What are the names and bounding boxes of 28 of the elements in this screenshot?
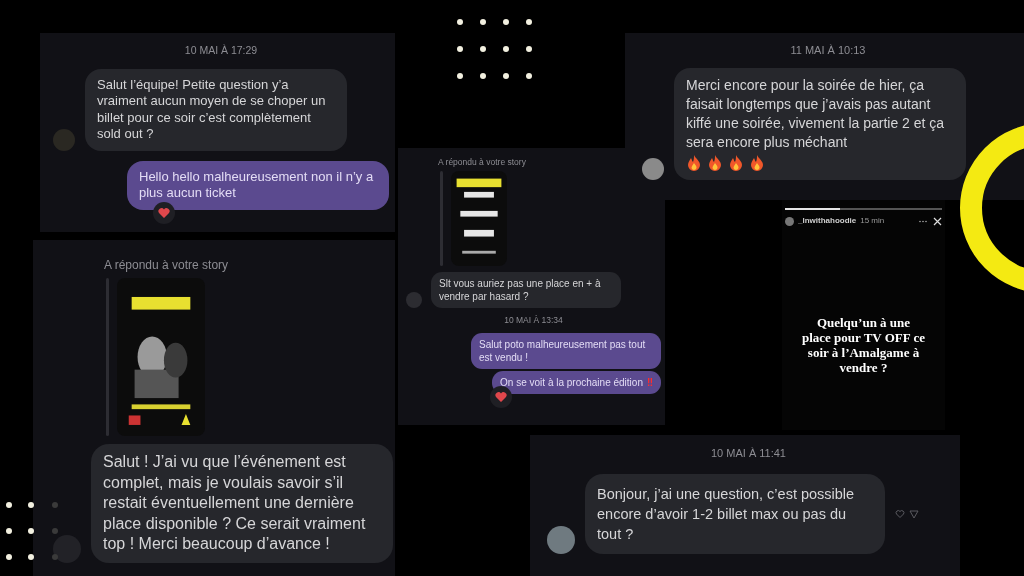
story-reply-label: A répondu à votre story — [104, 257, 230, 274]
message-text: Salut ! J’ai vu que l’événement est complet, mais je voulais savoir s’il restait éventuellement une dernière place disponible ? Ce serait vraiment top ! Merci beaucoup d’avance ! — [103, 452, 367, 554]
username: _lnwithahoodie — [798, 215, 857, 227]
avatar — [547, 525, 575, 554]
avatar — [642, 157, 664, 180]
avatar — [53, 534, 81, 563]
more-icon[interactable] — [919, 219, 927, 223]
avatar — [53, 128, 75, 151]
story-reply-label: A répondu à votre story — [438, 156, 527, 169]
message-text: Merci encore pour la soirée de hier, ça faisait longtemps que j’avais pas autant kiffé une soirée, vivement la partie 2 et ça sera encore plus méchant — [686, 75, 946, 152]
message-text: Slt vous auriez pas une place en + à vendre par hasard ? — [439, 276, 602, 303]
message-text: Salut poto malheureusement pas tout est vendu ! — [479, 337, 647, 364]
message-text: Hello hello malheureusement non il n’y a plus aucun ticket — [139, 168, 375, 202]
timestamp: 10 MAI À 11:41 — [711, 446, 786, 461]
dot-grid-drawing — [5, 500, 61, 562]
timestamp: 10 MAI À 13:34 — [504, 313, 563, 327]
message-text: Bonjour, j’ai une question, c’est possible encore d’avoir 1-2 billet max ou pas du tout ? — [597, 484, 856, 544]
avatar — [406, 291, 422, 308]
post-time: 15 min — [860, 215, 885, 227]
message-text: On se voit à la prochaine édition — [500, 375, 643, 389]
timestamp: 11 MAI À 10:13 — [790, 43, 866, 58]
share-icon[interactable] — [909, 508, 919, 519]
emphasis-mark: ‼ — [646, 375, 653, 389]
story-caption: Quelqu’un à une place pour TV OFF ce soir à l’Amalgame à vendre ? — [801, 315, 926, 375]
close-icon[interactable] — [933, 216, 942, 226]
timestamp: 10 MAI À 17:29 — [184, 43, 258, 58]
message-text: Salut l’équipe! Petite question y’a vraiment aucun moyen de se choper un billet pour ce soir c’est complètement sold out ? — [97, 76, 327, 143]
avatar — [785, 216, 794, 226]
